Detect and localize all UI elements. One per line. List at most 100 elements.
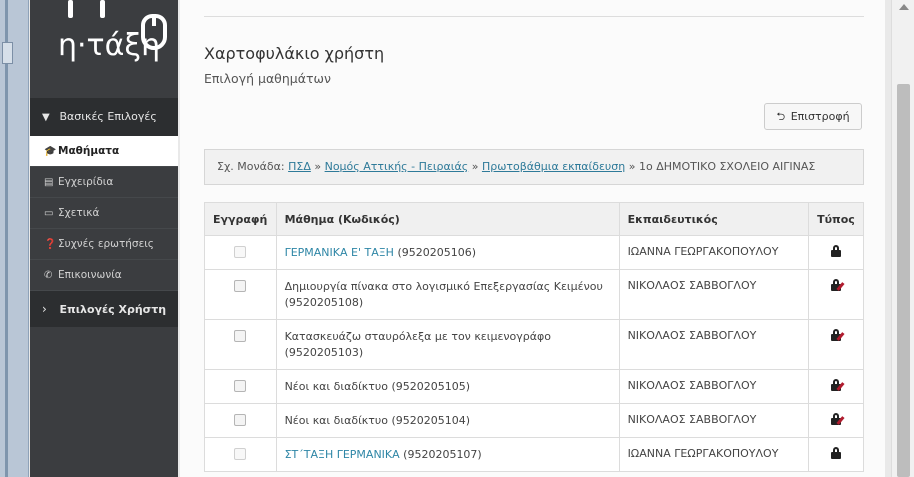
sidebar-item[interactable]: 🎓 Μαθήματα	[30, 136, 178, 167]
teacher-cell: ΝΙΚΟΛΑΟΣ ΣΑΒΒΟΓΛΟΥ	[618, 403, 810, 438]
scrollbar-thumb[interactable]	[897, 84, 910, 477]
register-checkbox[interactable]	[234, 280, 247, 292]
sidebar-item[interactable]: ✆ Επικοινωνία	[30, 260, 178, 291]
register-checkbox[interactable]	[234, 246, 247, 258]
type-cell	[808, 269, 864, 320]
main-content: Χαρτοφυλάκιο χρήστη Επιλογή μαθημάτων ⮌ …	[180, 0, 885, 477]
course-cell: ΣΤ΄ΤΑΞΗ ΓΕΡΜΑΝΙΚΑ (9520205107)	[275, 437, 620, 472]
type-cell	[808, 437, 864, 472]
page-title: Χαρτοφυλάκιο χρήστη	[204, 44, 385, 63]
course-code: (9520205107)	[403, 448, 482, 461]
breadcrumb-link[interactable]: Νομός Αττικής - Πειραιάς	[325, 160, 469, 173]
window-edge	[0, 0, 29, 477]
table-row: Κατασκευάζω σταυρόλεξα με τον κειμενογρά…	[204, 319, 864, 370]
register-checkbox[interactable]	[234, 414, 247, 426]
chevron-right-icon: ›	[42, 302, 47, 316]
course-cell: Δημιουργία πίνακα στο λογισμικό Επεξεργα…	[275, 269, 620, 320]
register-checkbox[interactable]	[234, 380, 247, 392]
register-cell	[204, 319, 277, 370]
credit-card-icon: ▭	[44, 208, 54, 219]
page-subtitle: Επιλογή μαθημάτων	[204, 71, 331, 86]
col-header-type: Τύπος	[808, 202, 864, 236]
logo[interactable]: η·τάξη	[30, 0, 178, 98]
phone-icon: ✆	[44, 270, 53, 281]
lock-edit-icon	[831, 413, 845, 425]
lock-edit-icon	[831, 329, 845, 341]
course-code: (9520205105)	[391, 380, 471, 393]
teacher-cell: ΝΙΚΟΛΑΟΣ ΣΑΒΒΟΓΛΟΥ	[618, 269, 810, 320]
lock-icon	[831, 447, 842, 459]
graduation-cap-icon: 🎓	[44, 146, 57, 157]
scroll-up-icon[interactable]	[899, 4, 909, 10]
course-code: (9520205106)	[397, 246, 477, 259]
sidebar-item-label: Μαθήματα	[58, 145, 120, 157]
sidebar-section-label: Βασικές Επιλογές	[59, 110, 157, 123]
breadcrumb-sep: »	[471, 160, 479, 173]
logo-stroke	[68, 0, 73, 18]
register-checkbox[interactable]	[234, 330, 247, 342]
type-cell	[808, 235, 864, 270]
register-cell	[204, 269, 277, 320]
back-button[interactable]: ⮌ Επιστροφή	[764, 103, 862, 130]
lock-icon	[831, 245, 842, 257]
course-cell: Νέοι και διαδίκτυο (9520205105)	[275, 369, 620, 404]
chevron-down-icon: ▼	[42, 112, 50, 123]
window-scroll-knob[interactable]	[2, 42, 13, 64]
breadcrumb-prefix: Σχ. Μονάδα:	[217, 160, 285, 173]
type-cell	[808, 369, 864, 404]
sidebar-item-label: Εγχειρίδια	[58, 176, 114, 188]
course-name[interactable]: ΓΕΡΜΑΝΙΚΑ Ε' ΤΑΞΗ	[285, 246, 394, 259]
sidebar-item-label: Επικοινωνία	[58, 269, 122, 281]
sidebar-item-label: Σχετικά	[58, 207, 100, 219]
register-checkbox[interactable]	[234, 448, 247, 460]
sidebar: η·τάξη ▼ Βασικές Επιλογές 🎓 Μαθήματα ▤ Εγχε…	[30, 0, 178, 477]
lock-edit-icon	[831, 279, 845, 291]
col-header-teacher: Εκπαιδευτικός	[618, 202, 810, 236]
sidebar-section-label: Επιλογές Χρήστη	[59, 303, 167, 316]
divider	[204, 16, 864, 17]
type-cell	[808, 319, 864, 370]
course-code: (9520205104)	[391, 414, 471, 427]
mouse-icon	[141, 14, 167, 50]
teacher-cell: ΙΩΑΝΝΑ ΓΕΩΡΓΑΚΟΠΟΥΛΟΥ	[618, 437, 810, 472]
course-cell: ΓΕΡΜΑΝΙΚΑ Ε' ΤΑΞΗ (9520205106)	[275, 235, 620, 270]
sidebar-item[interactable]: ▭ Σχετικά	[30, 198, 178, 229]
register-cell	[204, 403, 277, 438]
course-name[interactable]: ΣΤ΄ΤΑΞΗ ΓΕΡΜΑΝΙΚΑ	[285, 448, 400, 461]
course-name: Δημιουργία πίνακα στο λογισμικό Επεξεργα…	[284, 280, 603, 293]
scrollbar[interactable]	[891, 0, 914, 477]
reply-arrow-icon: ⮌	[776, 110, 786, 123]
window-border	[5, 0, 8, 477]
course-code: (9520205103)	[284, 346, 364, 359]
lock-edit-icon	[831, 379, 845, 391]
course-cell: Νέοι και διαδίκτυο (9520205104)	[275, 403, 620, 438]
register-cell	[204, 369, 277, 404]
table-row: Νέοι και διαδίκτυο (9520205104) ΝΙΚΟΛΑΟΣ …	[204, 403, 864, 438]
teacher-cell: ΝΙΚΟΛΑΟΣ ΣΑΒΒΟΓΛΟΥ	[618, 369, 810, 404]
table-header-row: Εγγραφή Μάθημα (Κωδικός) Εκπαιδευτικός Τ…	[204, 202, 864, 236]
breadcrumb-current: 1ο ΔΗΜΟΤΙΚΟ ΣΧΟΛΕΙΟ ΑΙΓΙΝΑΣ	[638, 160, 816, 173]
sidebar-item[interactable]: ▤ Εγχειρίδια	[30, 167, 178, 198]
table-row: Δημιουργία πίνακα στο λογισμικό Επεξεργα…	[204, 269, 864, 320]
breadcrumb-sep: »	[314, 160, 322, 173]
col-header-course: Μάθημα (Κωδικός)	[275, 202, 620, 236]
col-header-register: Εγγραφή	[204, 202, 277, 236]
breadcrumb-sep: »	[628, 160, 636, 173]
question-icon: ❓	[44, 239, 57, 250]
course-name: Νέοι και διαδίκτυο	[284, 414, 389, 427]
sidebar-section-user[interactable]: › Επιλογές Χρήστη	[30, 291, 178, 327]
sidebar-item-label: Συχνές ερωτήσεις	[58, 238, 154, 250]
sidebar-section-basic[interactable]: ▼ Βασικές Επιλογές	[30, 98, 178, 136]
back-button-label: Επιστροφή	[790, 110, 850, 123]
course-name: Νέοι και διαδίκτυο	[284, 380, 389, 393]
sidebar-item[interactable]: ❓ Συχνές ερωτήσεις	[30, 229, 178, 260]
breadcrumb-link[interactable]: Πρωτοβάθμια εκπαίδευση	[482, 160, 625, 173]
table-row: ΣΤ΄ΤΑΞΗ ΓΕΡΜΑΝΙΚΑ (9520205107) ΙΩΑΝΝΑ ΓΕΩ…	[204, 437, 864, 472]
register-cell	[204, 235, 277, 270]
table-row: Νέοι και διαδίκτυο (9520205105) ΝΙΚΟΛΑΟΣ …	[204, 369, 864, 404]
logo-stroke	[100, 0, 105, 18]
breadcrumb-link[interactable]: ΠΣΔ	[288, 160, 311, 173]
course-code: (9520205108)	[284, 296, 364, 309]
course-name: Κατασκευάζω σταυρόλεξα με τον κειμενογρά…	[284, 330, 552, 343]
type-cell	[808, 403, 864, 438]
